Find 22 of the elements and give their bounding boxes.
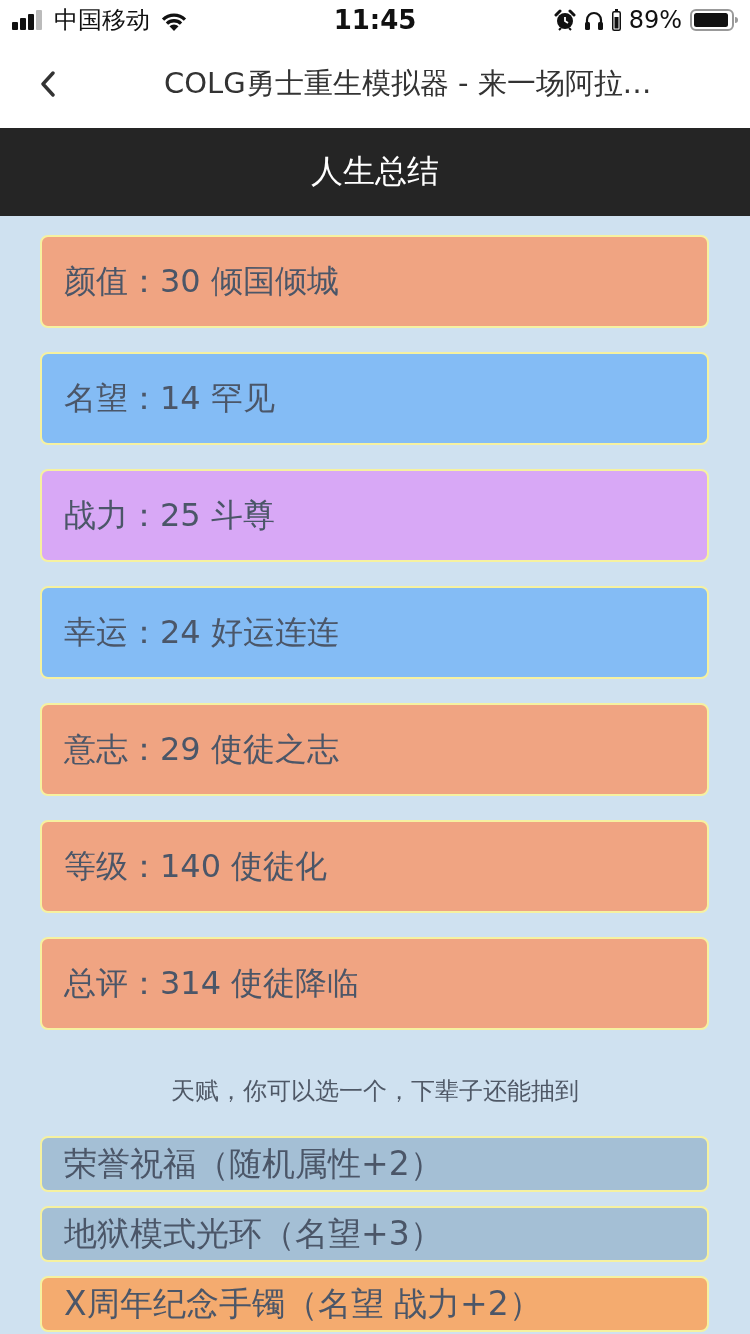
battery-icon [690, 9, 738, 31]
section-title: 人生总结 [311, 151, 439, 192]
carrier-name: 中国移动 [54, 5, 150, 36]
signal-icon [12, 10, 44, 30]
status-time: 11:45 [333, 5, 417, 35]
attribute-card: 战力：25 斗尊 [40, 469, 709, 562]
small-battery-icon [611, 9, 621, 31]
back-chevron-icon [40, 71, 56, 97]
attribute-card: 等级：140 使徒化 [40, 820, 709, 913]
talent-option[interactable]: 地狱模式光环（名望+3） [40, 1206, 709, 1262]
talent-option[interactable]: X周年纪念手镯（名望 战力+2） [40, 1276, 709, 1332]
attribute-card: 总评：314 使徒降临 [40, 937, 709, 1030]
attribute-card: 意志：29 使徒之志 [40, 703, 709, 796]
battery-percent: 89% [628, 6, 682, 34]
alarm-clock-icon [553, 9, 576, 31]
talent-option[interactable]: 荣誉祝福（随机属性+2） [40, 1136, 709, 1192]
talent-prompt: 天赋，你可以选一个，下辈子还能抽到 [170, 1076, 579, 1106]
page-title: COLG勇士重生模拟器 - 来一场阿拉… [164, 65, 652, 102]
attribute-card: 颜值：30 倾国倾城 [40, 235, 709, 328]
attribute-card: 幸运：24 好运连连 [40, 586, 709, 679]
attribute-card: 名望：14 罕见 [40, 352, 709, 445]
headphones-icon [583, 10, 604, 30]
